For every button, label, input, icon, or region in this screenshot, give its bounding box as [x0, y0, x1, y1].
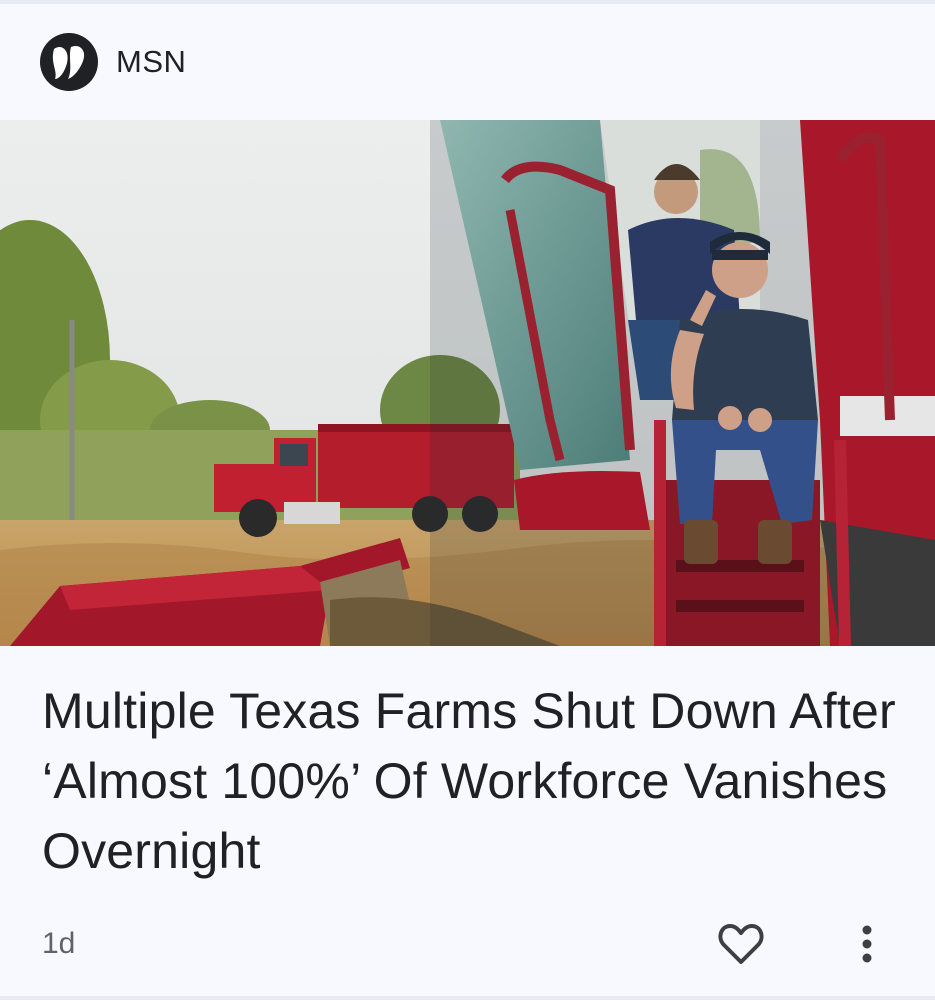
article-headline[interactable]: Multiple Texas Farms Shut Down After ‘Al… [42, 676, 902, 886]
card-footer: 1d [42, 914, 895, 974]
source-name: MSN [116, 44, 187, 79]
more-vertical-icon [862, 925, 872, 963]
msn-logo-icon [40, 33, 98, 91]
like-button[interactable] [713, 916, 769, 972]
heart-outline-icon [718, 924, 764, 964]
article-image[interactable] [0, 120, 935, 646]
more-options-button[interactable] [839, 916, 895, 972]
news-card[interactable]: MSN Multiple Texas Farms Shut Down After… [0, 0, 935, 1000]
source-row[interactable]: MSN [40, 32, 186, 92]
article-age: 1d [42, 927, 76, 960]
